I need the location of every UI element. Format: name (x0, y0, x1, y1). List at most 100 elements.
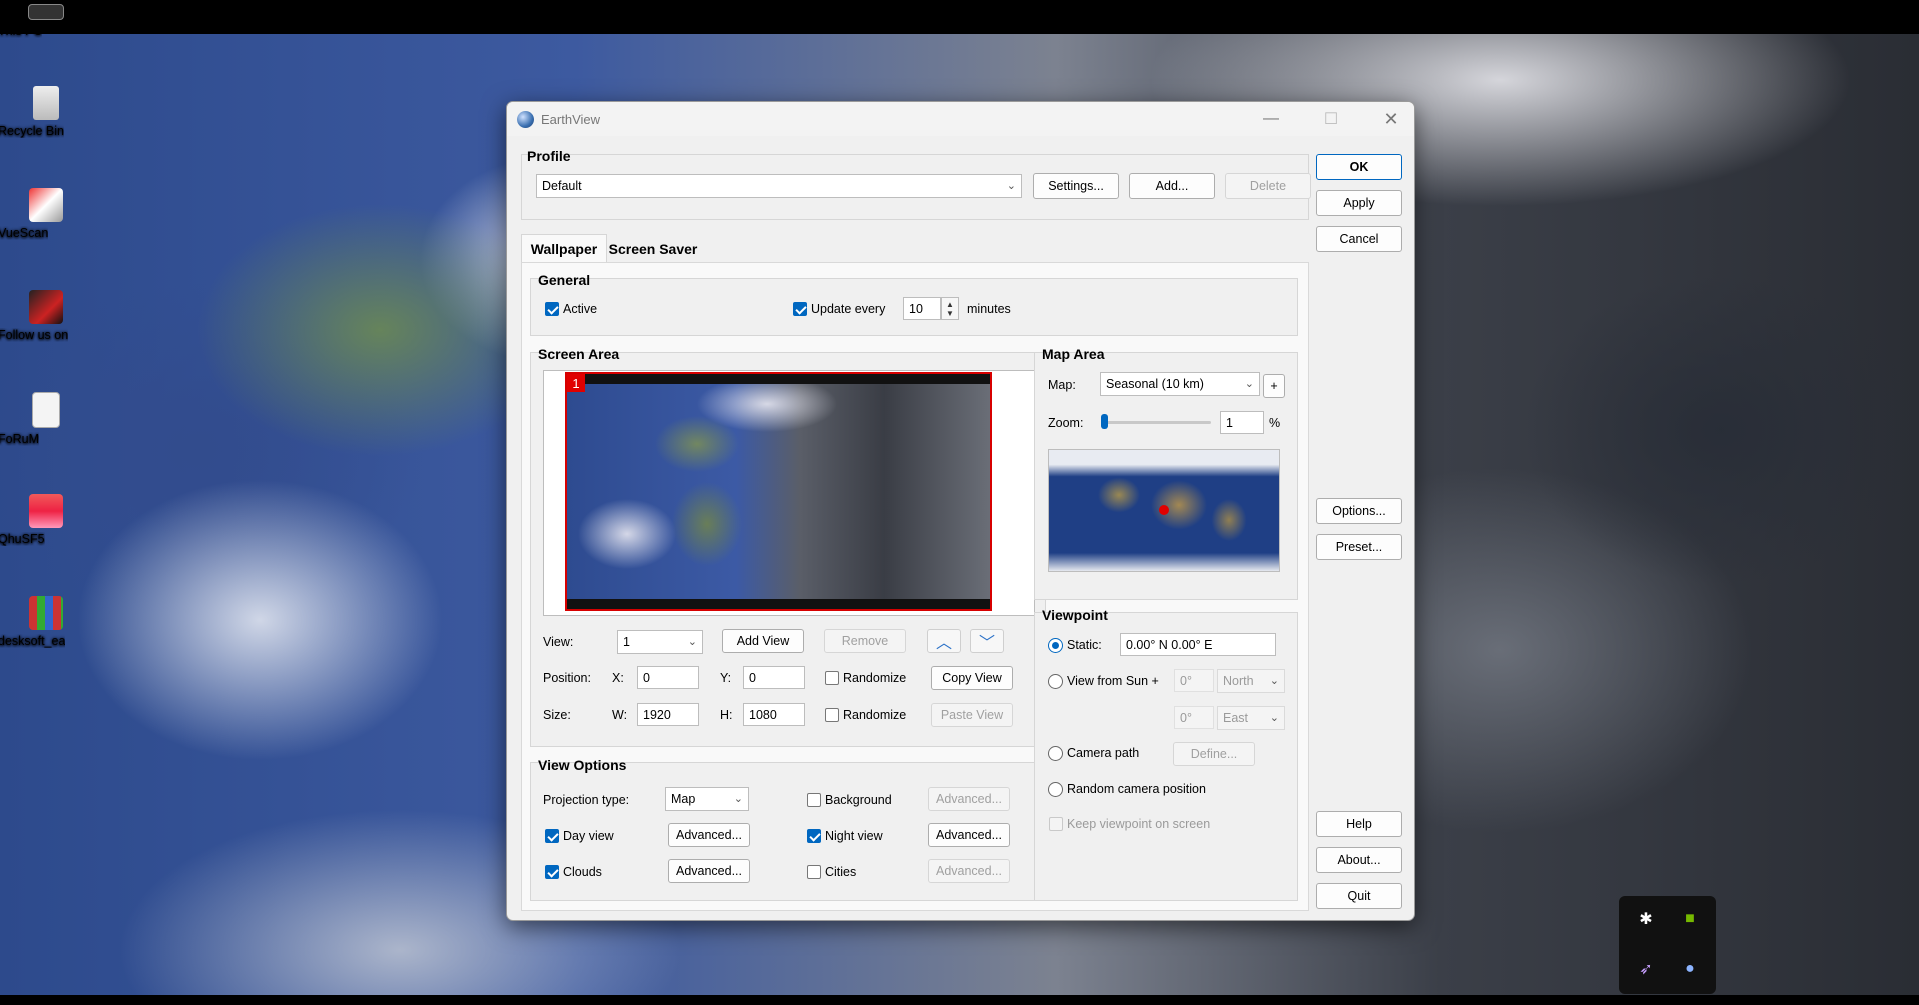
preset-button[interactable]: Preset... (1316, 534, 1402, 560)
desktop-icon-label: Recycle Bin (0, 124, 64, 138)
day-view-checkbox[interactable] (545, 829, 559, 843)
keep-viewpoint-checkbox[interactable] (1049, 817, 1063, 831)
earthview-tray-icon[interactable]: ● (1677, 956, 1703, 982)
screen-view-1[interactable]: 1 (565, 372, 992, 611)
cities-advanced-button[interactable]: Advanced... (928, 859, 1010, 883)
randomize-position-label: Randomize (843, 671, 907, 685)
size-width-input[interactable]: 1920 (637, 703, 699, 726)
background-label: Background (825, 793, 892, 807)
add-view-button[interactable]: Add View (722, 629, 804, 653)
earthview-window: EarthView — ☐ ✕ Profile Default ⌄ Settin… (506, 101, 1415, 921)
zoom-percent-label: % (1269, 416, 1281, 430)
position-y-input[interactable]: 0 (743, 666, 805, 689)
maximize-button[interactable]: ☐ (1308, 106, 1354, 132)
update-every-checkbox[interactable] (793, 302, 807, 316)
randomize-position-checkbox[interactable] (825, 671, 839, 685)
static-coordinates-input[interactable]: 0.00° N 0.00° E (1120, 633, 1276, 656)
h-label: H: (720, 708, 733, 722)
copy-view-button[interactable]: Copy View (931, 666, 1013, 690)
zoom-input[interactable]: 1 (1220, 411, 1264, 434)
chevron-down-icon: ﹀ (978, 635, 995, 652)
minimize-button[interactable]: — (1248, 106, 1294, 132)
define-camera-path-button[interactable]: Define... (1173, 742, 1255, 766)
cancel-button[interactable]: Cancel (1316, 226, 1402, 252)
sun-direction-select-1[interactable]: North ⌄ (1217, 669, 1285, 693)
camera-path-radio[interactable] (1048, 746, 1063, 761)
clouds-checkbox[interactable] (545, 865, 559, 879)
desktop-icon-label: QhuSF5 (0, 532, 45, 546)
apply-button[interactable]: Apply (1316, 190, 1402, 216)
view-from-sun-radio[interactable] (1048, 674, 1063, 689)
title-bar[interactable]: EarthView — ☐ ✕ (507, 102, 1414, 136)
desktop-icon-recycle-bin[interactable]: Recycle Bin (0, 86, 94, 138)
feather-icon[interactable]: ➶ (1633, 956, 1659, 982)
zoom-label: Zoom: (1048, 416, 1084, 430)
random-camera-radio[interactable] (1048, 782, 1063, 797)
night-view-advanced-button[interactable]: Advanced... (928, 823, 1010, 847)
tab-screen-saver[interactable]: Screen Saver (605, 236, 701, 262)
update-interval-spinner[interactable]: ▲ ▼ (941, 297, 959, 320)
chevron-down-icon: ⌄ (1006, 180, 1016, 192)
cities-checkbox[interactable] (807, 865, 821, 879)
screen-area-title: Screen Area (538, 346, 620, 362)
ok-button[interactable]: OK (1316, 154, 1402, 180)
sun-offset-degrees-1[interactable]: 0° (1174, 669, 1214, 692)
profile-select[interactable]: Default ⌄ (536, 174, 1022, 198)
day-view-advanced-button[interactable]: Advanced... (668, 823, 750, 847)
zoom-slider-track[interactable] (1101, 421, 1211, 424)
clouds-advanced-button[interactable]: Advanced... (668, 859, 750, 883)
archive-icon (29, 596, 63, 630)
background-advanced-button[interactable]: Advanced... (928, 787, 1010, 811)
nvidia-icon[interactable]: ■ (1677, 906, 1703, 932)
view-select[interactable]: 1 ⌄ (617, 630, 703, 654)
quit-button[interactable]: Quit (1316, 883, 1402, 909)
night-view-checkbox[interactable] (807, 829, 821, 843)
update-interval-input[interactable]: 10 (903, 297, 941, 320)
add-profile-button[interactable]: Add... (1129, 173, 1215, 199)
bluetooth-icon[interactable]: ✱ (1633, 906, 1659, 932)
map-area-preview[interactable] (1048, 449, 1280, 572)
desktop-icon-follow-us[interactable]: Follow us on (0, 290, 94, 342)
static-label: Static: (1067, 638, 1102, 652)
map-select-value: Seasonal (10 km) (1106, 377, 1204, 391)
add-map-button[interactable]: + (1263, 374, 1285, 398)
randomize-size-checkbox[interactable] (825, 708, 839, 722)
tab-wallpaper[interactable]: Wallpaper (521, 234, 607, 263)
sun-direction-value-1: North (1223, 674, 1254, 688)
active-checkbox[interactable] (545, 302, 559, 316)
position-x-input[interactable]: 0 (637, 666, 699, 689)
screen-view-map-preview (567, 384, 990, 599)
options-button[interactable]: Options... (1316, 498, 1402, 524)
move-up-button[interactable]: ︿ (927, 629, 961, 653)
desktop-icon-label: FoRuM (0, 432, 39, 446)
desktop-icon-qhusf5[interactable]: QhuSF5 (0, 494, 94, 546)
about-button[interactable]: About... (1316, 847, 1402, 873)
desktop-icon-vuescan[interactable]: VueScan (0, 188, 94, 240)
projection-type-select[interactable]: Map ⌄ (665, 787, 749, 811)
desktop-icon-desksoft[interactable]: desksoft_ea (0, 596, 94, 648)
static-radio[interactable] (1048, 638, 1063, 653)
remove-view-button[interactable]: Remove (824, 629, 906, 653)
help-button[interactable]: Help (1316, 811, 1402, 837)
map-label: Map: (1048, 378, 1076, 392)
size-height-input[interactable]: 1080 (743, 703, 805, 726)
chevron-down-icon: ⌄ (733, 793, 743, 805)
chevron-down-icon: ⌄ (1269, 712, 1279, 724)
move-down-button[interactable]: ﹀ (970, 629, 1004, 653)
vuescan-icon (29, 188, 63, 222)
sun-direction-select-2[interactable]: East ⌄ (1217, 706, 1285, 730)
paste-view-button[interactable]: Paste View (931, 703, 1013, 727)
zoom-slider-thumb[interactable] (1101, 414, 1108, 429)
delete-profile-button[interactable]: Delete (1225, 173, 1311, 199)
night-view-label: Night view (825, 829, 883, 843)
settings-button[interactable]: Settings... (1033, 173, 1119, 199)
desktop-icon-this-pc[interactable]: This PC (0, 4, 94, 38)
desktop-icon-forum[interactable]: FoRuM (0, 392, 94, 446)
sun-offset-degrees-2[interactable]: 0° (1174, 706, 1214, 729)
close-button[interactable]: ✕ (1368, 106, 1414, 132)
map-select[interactable]: Seasonal (10 km) ⌄ (1100, 372, 1260, 396)
view-from-sun-label: View from Sun + (1067, 674, 1159, 688)
cities-label: Cities (825, 865, 857, 879)
background-checkbox[interactable] (807, 793, 821, 807)
y-label: Y: (720, 671, 732, 685)
